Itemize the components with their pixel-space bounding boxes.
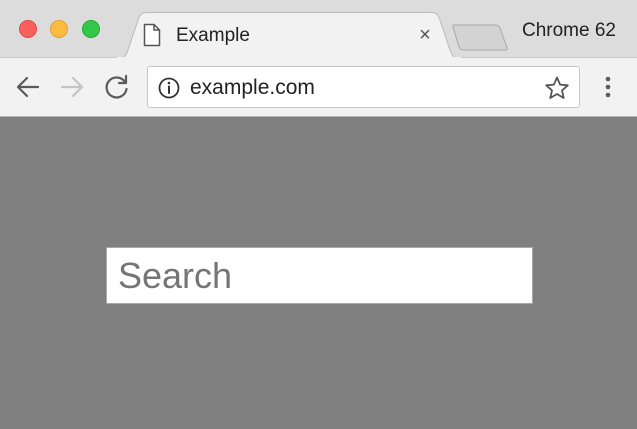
new-tab-button[interactable] bbox=[452, 24, 508, 51]
browser-window: Example × Chrome 62 example.com bbox=[0, 0, 637, 429]
tab-strip: Example × Chrome 62 bbox=[0, 0, 637, 59]
address-bar[interactable]: example.com bbox=[147, 66, 580, 108]
address-url: example.com bbox=[190, 76, 315, 99]
tab-example[interactable]: Example × bbox=[116, 12, 462, 59]
window-maximize-button[interactable] bbox=[82, 20, 100, 38]
reload-icon[interactable] bbox=[103, 73, 131, 101]
star-icon[interactable] bbox=[544, 75, 570, 101]
more-vertical-icon[interactable] bbox=[600, 72, 616, 102]
tab-background bbox=[116, 12, 462, 59]
forward-arrow-icon[interactable] bbox=[58, 73, 86, 101]
page-content bbox=[0, 117, 637, 429]
window-minimize-button[interactable] bbox=[50, 20, 68, 38]
search-input[interactable] bbox=[106, 247, 533, 304]
browser-toolbar: example.com bbox=[0, 58, 637, 117]
info-icon[interactable] bbox=[158, 77, 180, 99]
back-arrow-icon[interactable] bbox=[14, 73, 42, 101]
tab-title: Example bbox=[176, 25, 250, 46]
browser-version-label: Chrome 62 bbox=[522, 20, 616, 41]
window-close-button[interactable] bbox=[19, 20, 37, 38]
document-icon bbox=[143, 23, 161, 47]
tab-close-button[interactable]: × bbox=[416, 24, 434, 46]
